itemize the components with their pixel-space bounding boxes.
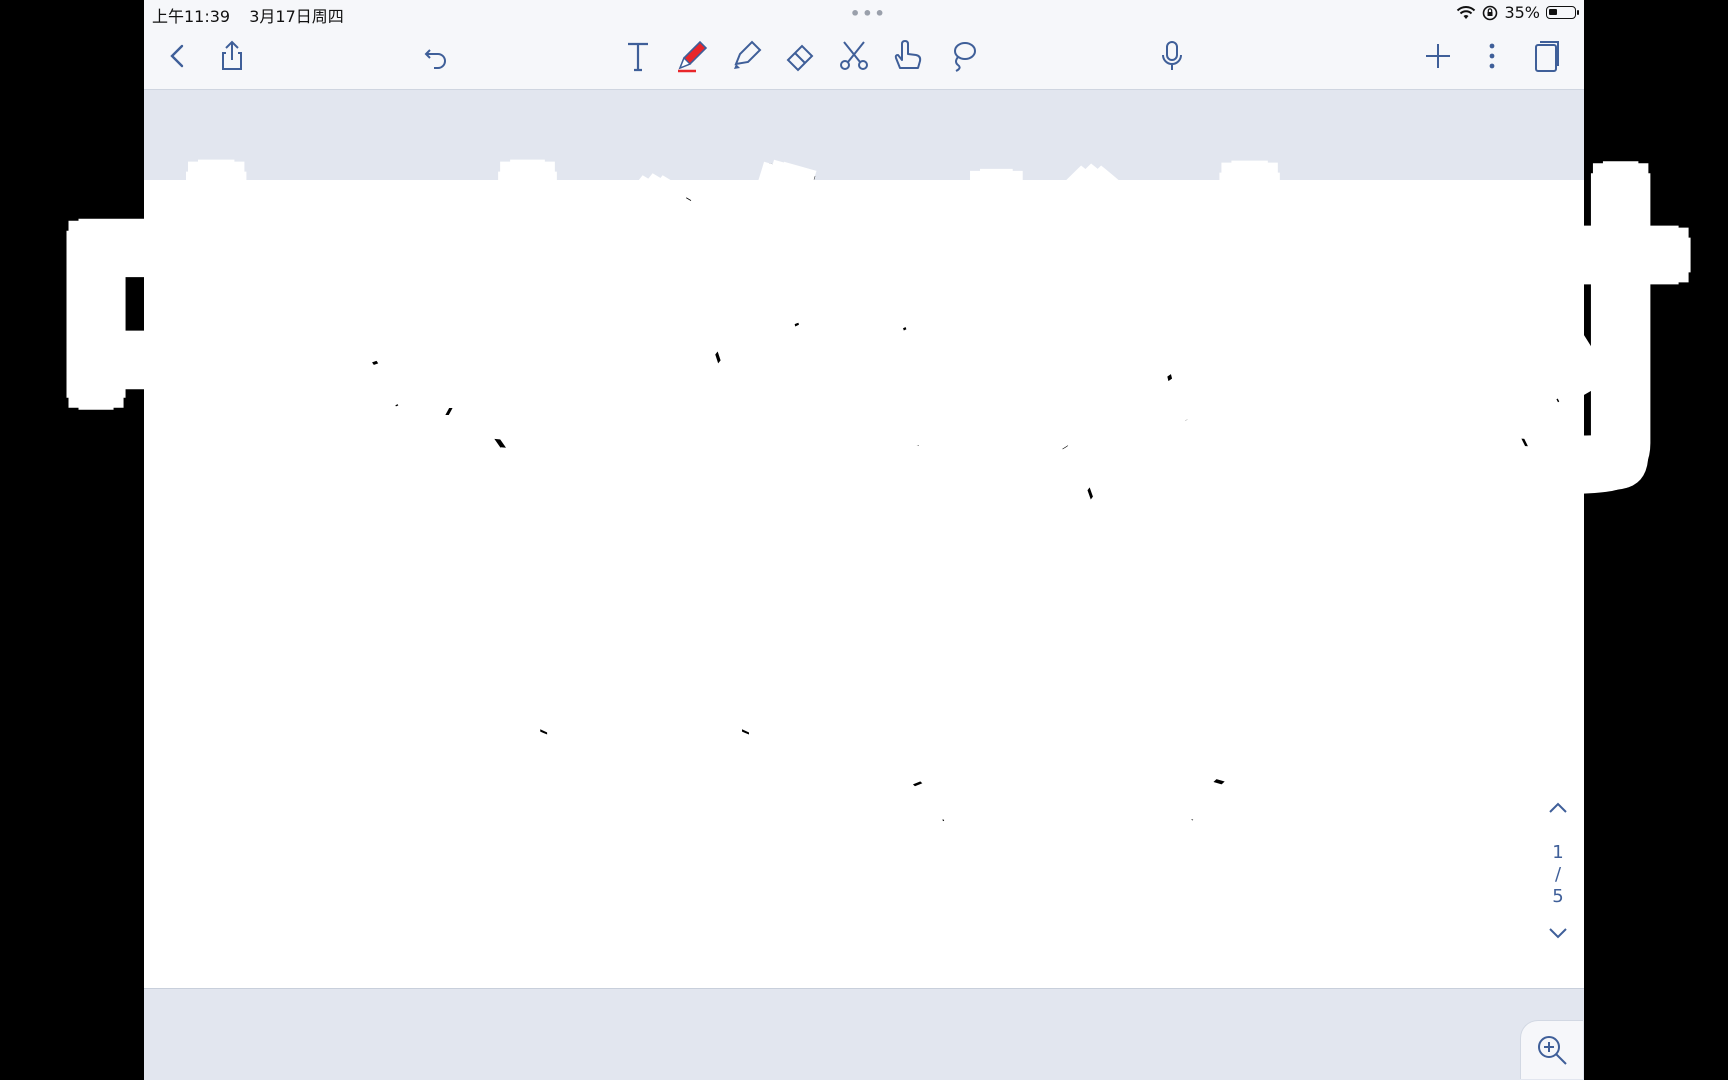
text-tool-icon[interactable] [616,34,660,78]
scissors-icon[interactable] [832,34,876,78]
highlighter-icon[interactable] [724,34,768,78]
undo-icon[interactable] [414,34,458,78]
overlay-title: 中考倒计时 [45,148,1693,532]
wifi-icon [1457,5,1476,19]
back-icon[interactable] [156,34,200,78]
hand-icon[interactable] [886,34,930,78]
status-time: 上午11:39 [152,7,231,26]
overlay-days: 99天 [511,513,1219,857]
page-separator: / [1554,864,1562,885]
pen-icon[interactable] [670,34,714,78]
chevron-up-icon[interactable] [1546,800,1570,816]
lasso-icon[interactable] [940,34,984,78]
page-current: 1 [1552,842,1564,863]
multitask-dots-icon[interactable]: ••• [850,4,887,23]
more-icon[interactable] [1470,34,1514,78]
pages-icon[interactable] [1524,34,1568,78]
page-total: 5 [1552,886,1564,907]
status-date: 3月17日周四 [249,7,344,26]
share-icon[interactable] [210,34,254,78]
chevron-down-icon[interactable] [1546,925,1570,941]
add-icon[interactable] [1416,34,1460,78]
microphone-icon[interactable] [1150,34,1194,78]
toolbar [144,26,1584,90]
zoom-in-icon [1538,1036,1567,1065]
page-indicator: 1 / 5 [1538,800,1578,946]
battery-percent: 35% [1504,3,1540,22]
battery-icon [1546,6,1579,19]
orientation-lock-icon [1483,5,1498,20]
eraser-icon[interactable] [778,34,822,78]
status-bar: 上午11:39 3月17日周四 ••• 35% [144,0,1584,26]
zoom-button[interactable] [1520,1020,1583,1079]
